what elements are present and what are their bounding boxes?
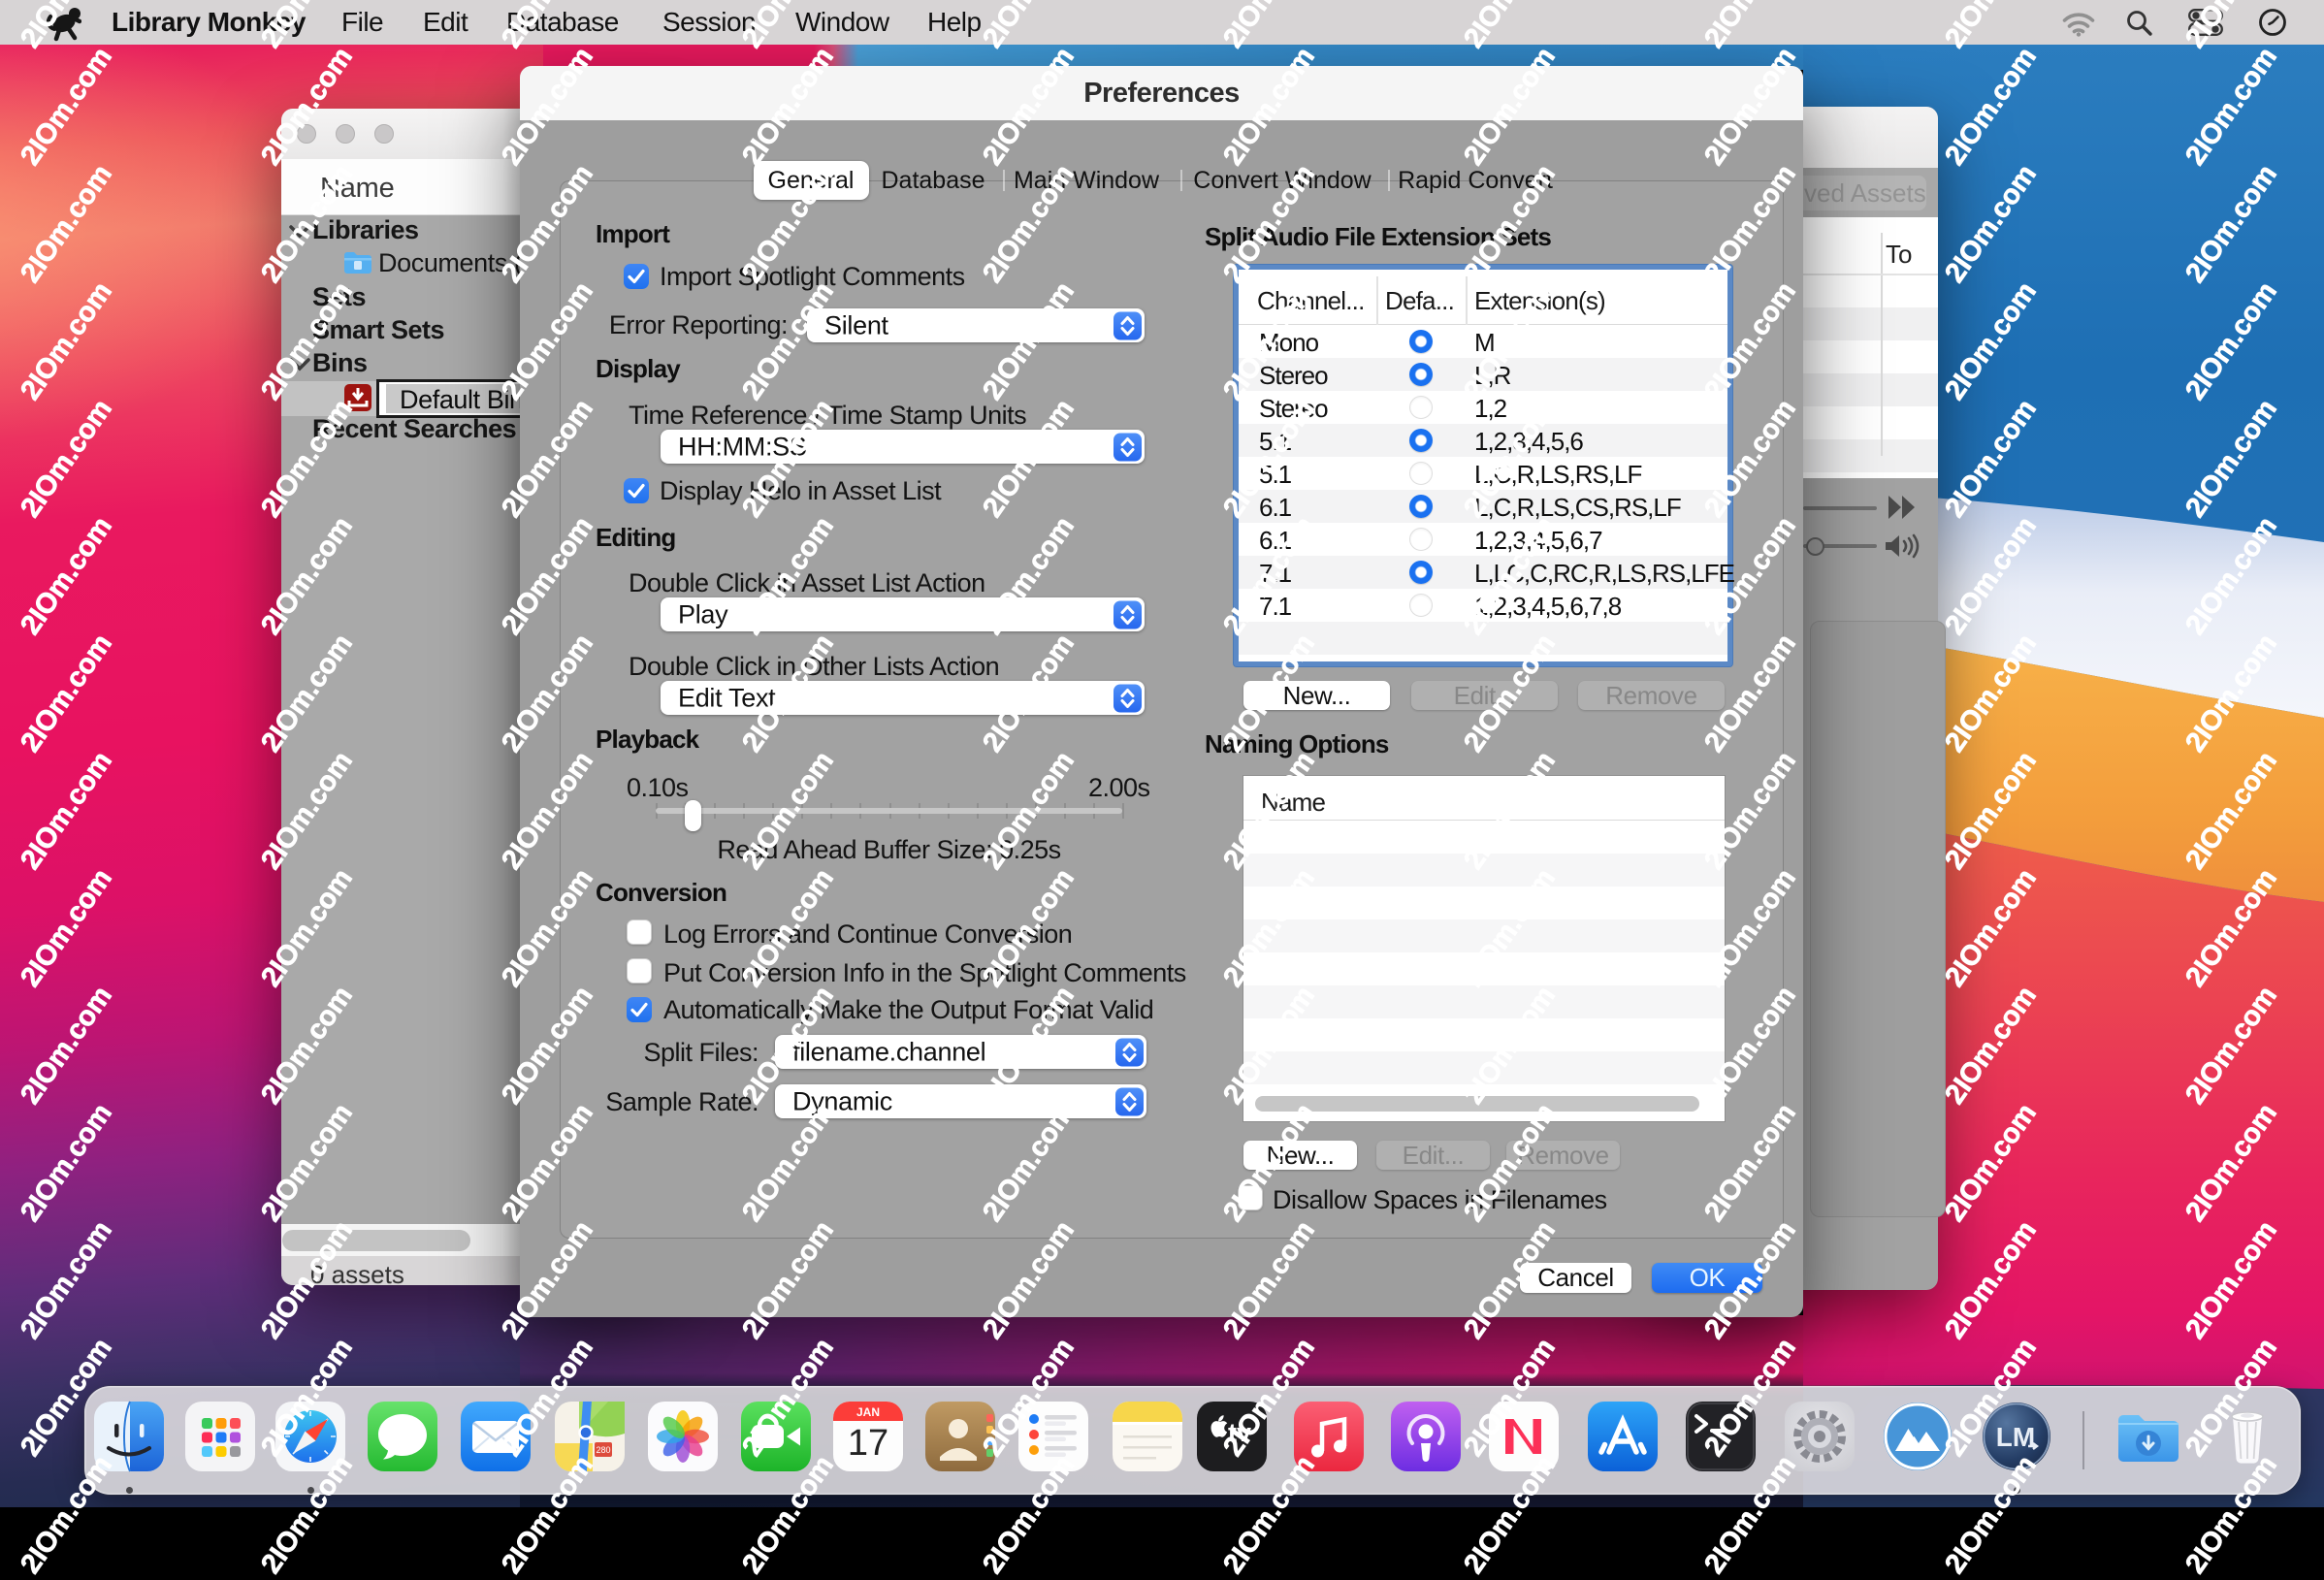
svg-text:LM: LM <box>1996 1422 2035 1452</box>
svg-text:17: 17 <box>848 1423 888 1464</box>
svg-text:JAN: JAN <box>856 1405 880 1419</box>
svg-text:280: 280 <box>596 1445 610 1455</box>
